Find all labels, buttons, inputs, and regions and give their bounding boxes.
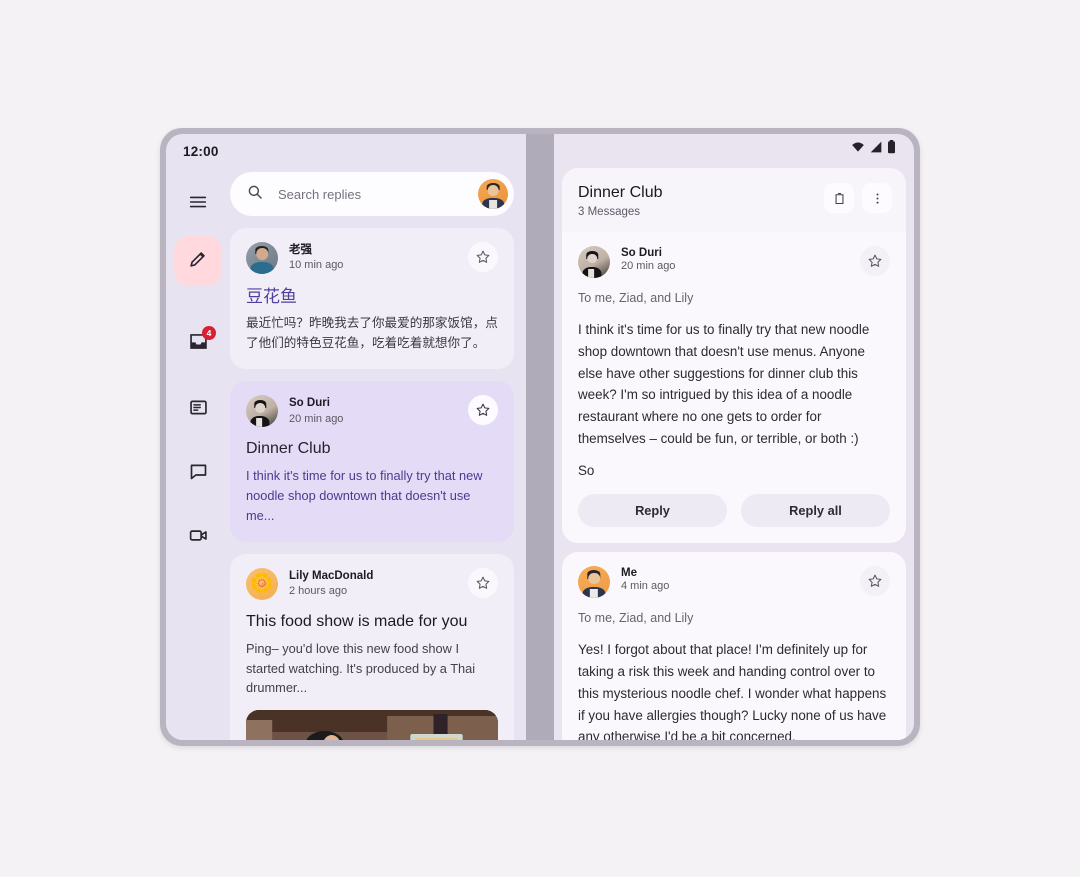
device-hinge bbox=[526, 134, 554, 740]
battery-icon bbox=[887, 139, 896, 159]
me-avatar bbox=[578, 566, 610, 599]
trash-icon bbox=[835, 192, 843, 204]
status-bar-left: 12:00 bbox=[166, 134, 526, 168]
foldable-device-frame: 12:00 4 Search replies 老强 10 min ago 豆花鱼… bbox=[160, 128, 920, 746]
star-outline-icon bbox=[476, 403, 490, 417]
thread-message: So Duri 20 min ago To me, Ziad, and Lily… bbox=[562, 232, 906, 544]
list-item-header: So Duri 20 min ago bbox=[246, 395, 498, 428]
message-signature: So bbox=[578, 463, 595, 479]
pencil-edit-icon bbox=[187, 248, 209, 275]
message-actions: Reply Reply all bbox=[578, 494, 890, 528]
video-camera-icon bbox=[188, 525, 209, 551]
page-title: Dinner Club bbox=[578, 184, 663, 201]
list-item-meta: So Duri 20 min ago bbox=[289, 395, 468, 426]
list-item-meta: Lily MacDonald 2 hours ago bbox=[289, 568, 468, 599]
thread-message-meta: So Duri 20 min ago bbox=[621, 246, 860, 272]
right-pane: Dinner Club 3 Messages So Duri 20 min ag… bbox=[554, 134, 914, 740]
search-bar[interactable]: Search replies bbox=[230, 172, 514, 216]
left-pane-body: 4 Search replies 老强 10 min ago 豆花鱼 最近忙吗？… bbox=[166, 168, 526, 740]
list-item-title: This food show is made for you bbox=[246, 612, 468, 630]
status-clock: 12:00 bbox=[183, 143, 219, 159]
soduri-avatar bbox=[246, 395, 278, 428]
navigation-rail: 4 bbox=[166, 168, 230, 740]
thread-header: Dinner Club 3 Messages bbox=[562, 168, 906, 233]
avatar[interactable] bbox=[478, 179, 508, 209]
sender-name: 老强 bbox=[289, 244, 312, 256]
status-bar-right bbox=[562, 134, 906, 164]
timestamp: 2 hours ago bbox=[289, 585, 348, 598]
qiang-avatar bbox=[246, 242, 278, 274]
search-icon bbox=[246, 183, 264, 206]
timestamp: 10 min ago bbox=[289, 259, 344, 272]
list-item-title: 豆花鱼 bbox=[246, 287, 297, 306]
list-item-meta: 老强 10 min ago bbox=[289, 242, 468, 273]
sender-name: So Duri bbox=[289, 397, 330, 410]
message-body: I think it's time for us to finally try … bbox=[578, 322, 870, 446]
message-list-column: Search replies 老强 10 min ago 豆花鱼 最近忙吗？昨晚… bbox=[230, 168, 526, 740]
sender-name: Lily MacDonald bbox=[289, 569, 374, 582]
thread-message-header: Me 4 min ago bbox=[578, 566, 890, 599]
star-button[interactable] bbox=[468, 567, 498, 598]
list-item-snippet: 最近忙吗？昨晚我去了你最爱的那家饭馆，点了他们的特色豆花鱼，吃着吃着就想你了。 bbox=[246, 316, 498, 350]
reply-all-button[interactable]: Reply all bbox=[741, 494, 890, 528]
list-item-header: 🌼 Lily MacDonald 2 hours ago bbox=[246, 567, 498, 600]
list-item-title: Dinner Club bbox=[246, 440, 331, 458]
star-outline-icon bbox=[476, 250, 490, 263]
left-pane: 12:00 4 Search replies 老强 10 min ago 豆花鱼… bbox=[166, 134, 526, 740]
list-item-snippet: I think it's time for us to finally try … bbox=[246, 468, 483, 523]
star-outline-icon bbox=[476, 576, 490, 589]
list-item[interactable]: 🌼 Lily MacDonald 2 hours ago This food s… bbox=[230, 553, 514, 740]
sender-name: Me bbox=[621, 567, 637, 580]
list-item[interactable]: So Duri 20 min ago Dinner Club I think i… bbox=[230, 381, 514, 542]
wifi-icon bbox=[851, 140, 865, 158]
timestamp: 4 min ago bbox=[621, 580, 670, 593]
chat-bubble-icon bbox=[188, 461, 209, 487]
more-options-button[interactable] bbox=[862, 183, 892, 213]
star-outline-icon bbox=[868, 254, 882, 268]
timestamp: 20 min ago bbox=[289, 412, 344, 425]
hamburger-menu-icon bbox=[187, 191, 209, 218]
article-icon bbox=[188, 397, 209, 423]
message-body: Yes! I forgot about that place! I'm defi… bbox=[578, 642, 887, 740]
sidebar-item-video[interactable] bbox=[174, 516, 222, 560]
message-count: 3 Messages bbox=[578, 206, 641, 219]
reply-button[interactable]: Reply bbox=[578, 494, 727, 528]
thread-message-header: So Duri 20 min ago bbox=[578, 246, 890, 279]
device-screen: 12:00 4 Search replies 老强 10 min ago 豆花鱼… bbox=[166, 134, 914, 740]
list-item-snippet: Ping– you'd love this new food show I st… bbox=[246, 640, 476, 696]
list-item-header: 老强 10 min ago bbox=[246, 242, 498, 274]
list-item[interactable]: 老强 10 min ago 豆花鱼 最近忙吗？昨晚我去了你最爱的那家饭馆，点了他… bbox=[230, 228, 514, 370]
more-vertical-icon bbox=[876, 192, 878, 204]
sender-name: So Duri bbox=[621, 247, 662, 260]
delete-button[interactable] bbox=[824, 183, 854, 213]
thread-message-meta: Me 4 min ago bbox=[621, 566, 860, 592]
star-button[interactable] bbox=[860, 246, 890, 277]
sidebar-item-articles[interactable] bbox=[174, 388, 222, 432]
soduri-avatar bbox=[578, 246, 610, 279]
thread-message: Me 4 min ago To me, Ziad, and Lily Yes! … bbox=[562, 552, 906, 740]
sidebar-item-chat[interactable] bbox=[174, 452, 222, 496]
star-button[interactable] bbox=[468, 395, 498, 426]
signal-icon bbox=[869, 140, 883, 158]
star-outline-icon bbox=[868, 575, 882, 588]
timestamp: 20 min ago bbox=[621, 260, 676, 273]
hamburger-menu-button[interactable] bbox=[174, 182, 222, 226]
compose-fab-button[interactable] bbox=[174, 236, 222, 286]
thread-message-list[interactable]: So Duri 20 min ago To me, Ziad, and Lily… bbox=[562, 232, 906, 740]
kitchen-cooking-photo[interactable] bbox=[246, 710, 498, 740]
inbox-badge: 4 bbox=[202, 326, 216, 340]
search-input[interactable]: Search replies bbox=[278, 187, 478, 202]
star-button[interactable] bbox=[468, 242, 498, 272]
star-button[interactable] bbox=[860, 566, 890, 597]
lily-avatar: 🌼 bbox=[246, 567, 278, 600]
thread-title-wrap: Dinner Club 3 Messages bbox=[578, 183, 816, 218]
recipients: To me, Ziad, and Lily bbox=[578, 291, 694, 306]
sidebar-item-inbox[interactable]: 4 bbox=[174, 322, 222, 366]
recipients: To me, Ziad, and Lily bbox=[578, 611, 694, 626]
